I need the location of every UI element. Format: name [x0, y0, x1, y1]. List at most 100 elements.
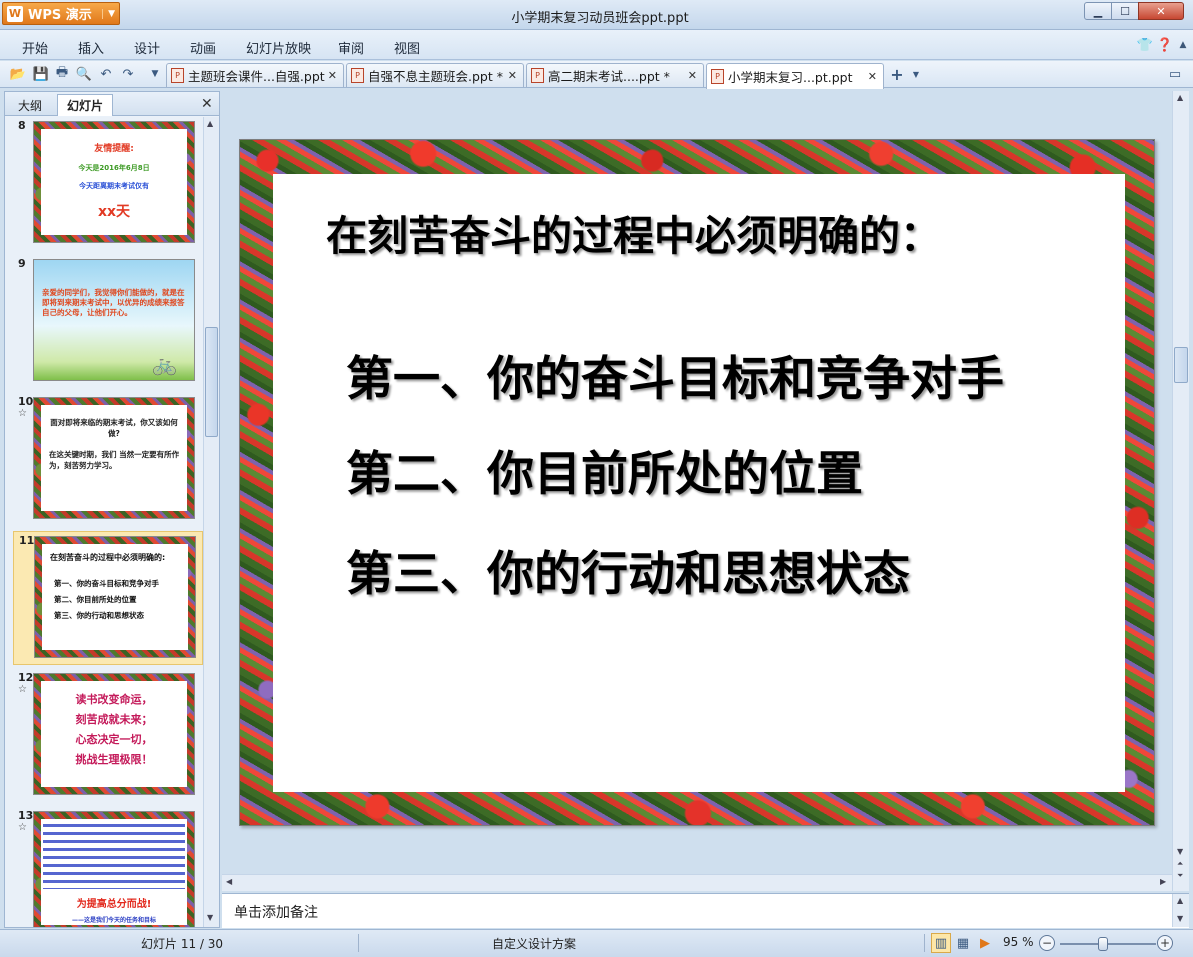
animation-star-icon: ☆	[18, 684, 27, 695]
menu-home[interactable]: 开始	[22, 38, 48, 57]
scroll-left-icon[interactable]: ◀	[226, 877, 232, 886]
thumb-text: 今天是2016年6月8日	[78, 164, 150, 172]
zoom-slider-track[interactable]	[1060, 943, 1156, 945]
theme-name: 自定义设计方案	[492, 937, 577, 951]
tab-close-icon[interactable]: ✕	[508, 69, 517, 82]
doc-tab-1[interactable]: P 主题班会课件...自强.ppt ✕	[166, 63, 344, 87]
scroll-thumb[interactable]	[205, 327, 218, 437]
thumbnail-slide-10[interactable]: 10 ☆ 面对即将来临的期末考试，你又该如何做? 在这关键时期，我们 当然一定要…	[5, 393, 203, 527]
window-layout-icon[interactable]: ▭	[1166, 65, 1184, 83]
slide-position: 幻灯片 11 / 30	[141, 937, 224, 951]
scroll-thumb[interactable]	[1174, 347, 1188, 383]
new-tab-plus-icon[interactable]: +	[888, 65, 906, 84]
slide-preview: 为提高总分而战! ——这是我们今天的任务和目标	[33, 811, 195, 927]
menu-animation[interactable]: 动画	[190, 38, 216, 57]
status-divider	[358, 934, 359, 952]
thumb-text: 为提高总分而战!	[76, 899, 152, 910]
doc-tab-label: 小学期末复习...pt.ppt	[728, 70, 853, 85]
doc-tab-4-active[interactable]: P 小学期末复习...pt.ppt ✕	[706, 63, 884, 89]
slide-preview-body: 面对即将来临的期末考试，你又该如何做? 在这关键时期，我们 当然一定要有所作为，…	[41, 405, 187, 511]
minimize-button[interactable]: ▁	[1084, 2, 1112, 20]
zoom-in-icon[interactable]: +	[1157, 935, 1173, 951]
zoom-slider-knob[interactable]	[1098, 937, 1108, 951]
main-horizontal-scrollbar[interactable]: ◀ ▶	[222, 874, 1172, 891]
thumb-text: 在刻苦奋斗的过程中必须明确的:	[50, 553, 166, 562]
wps-app-menu-button[interactable]: W WPS 演示 ▼	[2, 2, 120, 25]
help-icon[interactable]: ❓	[1156, 36, 1174, 54]
tab-close-icon[interactable]: ✕	[328, 69, 337, 82]
tab-close-icon[interactable]: ✕	[688, 69, 697, 82]
ppt-file-icon: P	[531, 68, 544, 83]
ribbon-toggle-icon[interactable]: ▲	[1174, 36, 1192, 54]
main-vertical-scrollbar[interactable]: ▲ ▼ ⏶ ⏷	[1172, 91, 1189, 891]
thumbnail-slide-12[interactable]: 12 ☆ 读书改变命运， 刻苦成就未来； 心态决定一切， 挑战生理极限！	[5, 669, 203, 803]
menu-design[interactable]: 设计	[134, 38, 160, 57]
thumb-text: ——这是我们今天的任务和目标	[71, 917, 156, 924]
tab-close-icon[interactable]: ✕	[868, 70, 877, 83]
maximize-button[interactable]: ☐	[1111, 2, 1139, 20]
menu-view[interactable]: 视图	[394, 38, 420, 57]
thumbnail-scrollbar[interactable]: ▲ ▼	[203, 117, 219, 927]
scroll-up-icon[interactable]: ▲	[207, 119, 213, 128]
thumb-text: xx天	[97, 204, 131, 220]
normal-view-icon[interactable]: ▥	[931, 933, 951, 953]
notes-placeholder[interactable]: 单击添加备注	[234, 902, 318, 922]
menu-slideshow[interactable]: 幻灯片放映	[246, 38, 311, 57]
slide-preview-body: 友情提醒: 今天是2016年6月8日 今天距离期末考试仅有 xx天	[41, 129, 187, 235]
undo-icon[interactable]: ↶	[97, 65, 115, 83]
slide-number: 12	[18, 671, 34, 684]
slide-sorter-icon[interactable]: ▦	[953, 933, 973, 953]
next-slide-icon[interactable]: ⏷	[1177, 871, 1183, 881]
open-folder-icon[interactable]: 📂	[9, 65, 27, 83]
redo-icon[interactable]: ↷	[119, 65, 137, 83]
scroll-up-icon[interactable]: ▲	[1177, 93, 1183, 102]
print-preview-icon[interactable]: 🔍	[75, 65, 93, 83]
slide-preview: 亲爱的同学们，我觉得你们能做的，就是在即将到来期末考试中，以优异的成绩来报答自己…	[33, 259, 195, 381]
slide-bullet-2[interactable]: 第二、你目前所处的位置	[346, 435, 863, 504]
save-icon[interactable]: 💾	[32, 65, 50, 83]
thumb-text: 面对即将来临的期末考试，你又该如何做?	[50, 418, 178, 438]
menu-insert[interactable]: 插入	[78, 38, 104, 57]
notes-scrollbar[interactable]: ▲ ▼	[1172, 894, 1189, 927]
scroll-up-icon[interactable]: ▲	[1177, 896, 1183, 905]
slide-number: 9	[18, 257, 26, 270]
thumb-text: 友情提醒:	[94, 144, 134, 154]
scroll-down-icon[interactable]: ▼	[1177, 847, 1183, 856]
tabs-dropdown-icon[interactable]: ▼	[907, 65, 925, 83]
slide-number: 10	[18, 395, 34, 408]
thumb-text: 挑战生理极限！	[75, 753, 153, 766]
tab-slides[interactable]: 幻灯片	[57, 94, 114, 116]
zoom-out-icon[interactable]: −	[1039, 935, 1055, 951]
menu-review[interactable]: 审阅	[338, 38, 364, 57]
close-icon[interactable]: ✕	[201, 96, 213, 112]
thumb-text: 心态决定一切，	[75, 733, 153, 746]
tab-outline[interactable]: 大纲	[9, 94, 51, 116]
slide-title[interactable]: 在刻苦奋斗的过程中必须明确的：	[326, 202, 941, 262]
thumbnail-slide-13[interactable]: 13 ☆ 为提高总分而战! ——这是我们今天的任务和目标	[5, 807, 203, 927]
notes-pane[interactable]: 单击添加备注 ▲ ▼	[222, 893, 1189, 928]
panel-tabs: 大纲 幻灯片 ✕	[5, 92, 219, 116]
slide-bullet-1[interactable]: 第一、你的奋斗目标和竞争对手	[346, 340, 1004, 409]
zoom-level: 95 %	[1003, 935, 1034, 949]
close-window-button[interactable]: ✕	[1138, 2, 1184, 20]
scroll-right-icon[interactable]: ▶	[1160, 877, 1166, 886]
slide-preview-body: 在刻苦奋斗的过程中必须明确的: 第一、你的奋斗目标和竞争对手 第二、你目前所处的…	[42, 544, 188, 650]
thumbnail-slide-9[interactable]: 9 亲爱的同学们，我觉得你们能做的，就是在即将到来期末考试中，以优异的成绩来报答…	[5, 255, 203, 389]
print-icon[interactable]: 🖶	[53, 65, 71, 83]
menu-bar: 开始 插入 设计 动画 幻灯片放映 审阅 视图 👕 ❓ ▲	[0, 30, 1193, 60]
scroll-down-icon[interactable]: ▼	[207, 913, 213, 922]
toolbar-dropdown-icon[interactable]: ▼	[146, 65, 164, 83]
ppt-file-icon: P	[711, 69, 724, 84]
thumbnail-slide-8[interactable]: 8 友情提醒: 今天是2016年6月8日 今天距离期末考试仅有 xx天	[5, 117, 203, 251]
previous-slide-icon[interactable]: ⏶	[1177, 859, 1183, 869]
slide-bullet-3[interactable]: 第三、你的行动和思想状态	[346, 535, 910, 604]
chevron-down-icon: ▼	[102, 8, 115, 19]
current-slide[interactable]: 在刻苦奋斗的过程中必须明确的： 第一、你的奋斗目标和竞争对手 第二、你目前所处的…	[239, 139, 1155, 826]
thumbnail-slide-11-selected[interactable]: 11 在刻苦奋斗的过程中必须明确的: 第一、你的奋斗目标和竞争对手 第二、你目前…	[13, 531, 203, 665]
doc-tab-3[interactable]: P 高二期末考试....ppt * ✕	[526, 63, 704, 87]
slideshow-play-icon[interactable]: ▶	[975, 933, 995, 953]
scroll-down-icon[interactable]: ▼	[1177, 914, 1183, 923]
doc-tab-2[interactable]: P 自强不息主题班会.ppt * ✕	[346, 63, 524, 87]
slides-panel: 大纲 幻灯片 ✕ 8 友情提醒: 今天是2016年6月8日 今天距离期末考试仅有…	[4, 91, 220, 928]
skin-shirt-icon[interactable]: 👕	[1136, 36, 1154, 54]
